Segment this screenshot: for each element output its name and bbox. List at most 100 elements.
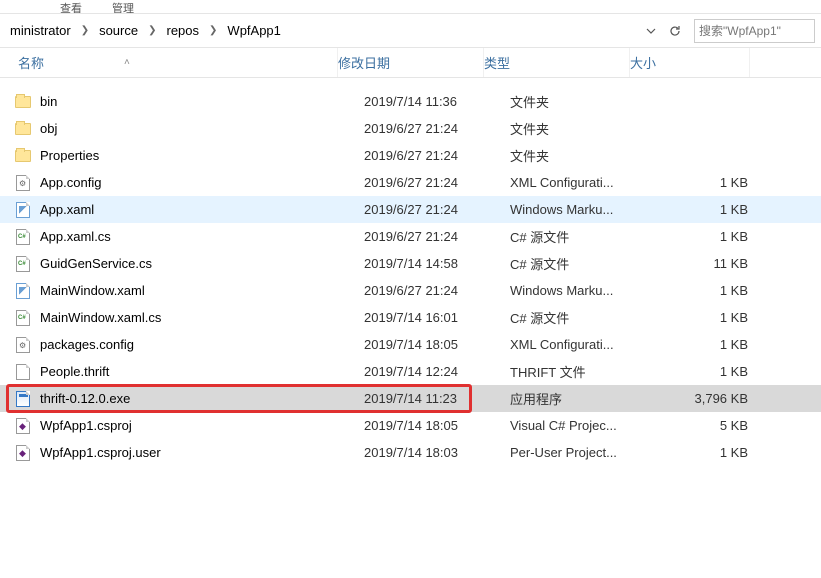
search-placeholder: 搜索"WpfApp1" [699, 22, 781, 39]
file-size: 1 KB [656, 445, 766, 460]
file-file-icon [14, 363, 32, 381]
cs-file-icon [14, 309, 32, 327]
file-type: 应用程序 [510, 389, 656, 408]
history-dropdown-button[interactable] [640, 20, 662, 42]
file-size: 1 KB [656, 337, 766, 352]
vs-file-icon [14, 444, 32, 462]
crumb-administrator[interactable]: ministrator [6, 23, 75, 38]
file-date: 2019/6/27 21:24 [364, 283, 510, 298]
nav-buttons [640, 20, 692, 42]
chevron-right-icon[interactable]: ❯ [75, 25, 95, 36]
file-size: 5 KB [656, 418, 766, 433]
file-name: WpfApp1.csproj [40, 418, 364, 433]
table-row[interactable]: WpfApp1.csproj2019/7/14 18:05Visual C# P… [0, 412, 821, 439]
folder-icon [14, 120, 32, 138]
column-headers: 名称 ˄ 修改日期 类型 大小 [0, 48, 821, 78]
file-date: 2019/6/27 21:24 [364, 148, 510, 163]
chevron-right-icon[interactable]: ❯ [203, 25, 223, 36]
file-date: 2019/7/14 11:36 [364, 94, 510, 109]
address-bar: ministrator ❯ source ❯ repos ❯ WpfApp1 搜… [0, 14, 821, 48]
folder-icon [14, 93, 32, 111]
file-list[interactable]: bin2019/7/14 11:36文件夹obj2019/6/27 21:24文… [0, 78, 821, 466]
table-row[interactable]: App.config2019/6/27 21:24XML Configurati… [0, 169, 821, 196]
file-date: 2019/6/27 21:24 [364, 229, 510, 244]
config-file-icon [14, 174, 32, 192]
search-input[interactable]: 搜索"WpfApp1" [694, 19, 815, 43]
file-date: 2019/6/27 21:24 [364, 202, 510, 217]
crumb-wpfapp1[interactable]: WpfApp1 [223, 23, 284, 38]
folder-icon [14, 147, 32, 165]
config-file-icon [14, 336, 32, 354]
breadcrumb[interactable]: ministrator ❯ source ❯ repos ❯ WpfApp1 [0, 23, 640, 38]
table-row[interactable]: packages.config2019/7/14 18:05XML Config… [0, 331, 821, 358]
file-size: 1 KB [656, 175, 766, 190]
crumb-source[interactable]: source [95, 23, 142, 38]
sort-indicator-icon: ˄ [124, 57, 130, 68]
header-size[interactable]: 大小 [630, 48, 750, 77]
xaml-file-icon [14, 282, 32, 300]
cs-file-icon [14, 228, 32, 246]
file-size: 1 KB [656, 310, 766, 325]
cs-file-icon [14, 255, 32, 273]
file-name: App.config [40, 175, 364, 190]
file-date: 2019/7/14 16:01 [364, 310, 510, 325]
file-size: 1 KB [656, 283, 766, 298]
table-row[interactable]: obj2019/6/27 21:24文件夹 [0, 115, 821, 142]
file-date: 2019/6/27 21:24 [364, 175, 510, 190]
file-size: 1 KB [656, 202, 766, 217]
crumb-repos[interactable]: repos [163, 23, 204, 38]
file-name: MainWindow.xaml [40, 283, 364, 298]
header-type[interactable]: 类型 [484, 48, 630, 77]
table-row[interactable]: People.thrift2019/7/14 12:24THRIFT 文件1 K… [0, 358, 821, 385]
file-type: Per-User Project... [510, 445, 656, 460]
table-row[interactable]: GuidGenService.cs2019/7/14 14:58C# 源文件11… [0, 250, 821, 277]
file-size: 1 KB [656, 229, 766, 244]
file-type: Visual C# Projec... [510, 418, 656, 433]
file-date: 2019/7/14 18:05 [364, 418, 510, 433]
file-type: THRIFT 文件 [510, 362, 656, 381]
file-name: WpfApp1.csproj.user [40, 445, 364, 460]
file-name: App.xaml [40, 202, 364, 217]
file-size: 11 KB [656, 256, 766, 271]
table-row[interactable]: App.xaml.cs2019/6/27 21:24C# 源文件1 KB [0, 223, 821, 250]
file-type: 文件夹 [510, 92, 656, 111]
file-name: thrift-0.12.0.exe [40, 391, 364, 406]
file-type: C# 源文件 [510, 227, 656, 246]
file-date: 2019/6/27 21:24 [364, 121, 510, 136]
top-strip: 查看 管理 [0, 0, 821, 14]
file-date: 2019/7/14 18:05 [364, 337, 510, 352]
file-name: MainWindow.xaml.cs [40, 310, 364, 325]
top-item[interactable]: 查看 [60, 0, 82, 14]
chevron-right-icon[interactable]: ❯ [142, 25, 162, 36]
table-row[interactable]: WpfApp1.csproj.user2019/7/14 18:03Per-Us… [0, 439, 821, 466]
file-type: Windows Marku... [510, 283, 656, 298]
exe-file-icon [14, 390, 32, 408]
header-name[interactable]: 名称 ˄ [0, 48, 338, 77]
header-type-label: 类型 [484, 53, 510, 72]
header-name-label: 名称 [18, 53, 44, 72]
table-row[interactable]: thrift-0.12.0.exe2019/7/14 11:23应用程序3,79… [0, 385, 821, 412]
xaml-file-icon [14, 201, 32, 219]
file-type: 文件夹 [510, 119, 656, 138]
header-size-label: 大小 [630, 53, 656, 72]
refresh-button[interactable] [664, 20, 686, 42]
file-size: 1 KB [656, 364, 766, 379]
file-name: People.thrift [40, 364, 364, 379]
file-name: Properties [40, 148, 364, 163]
table-row[interactable]: Properties2019/6/27 21:24文件夹 [0, 142, 821, 169]
table-row[interactable]: MainWindow.xaml2019/6/27 21:24Windows Ma… [0, 277, 821, 304]
file-date: 2019/7/14 14:58 [364, 256, 510, 271]
file-name: packages.config [40, 337, 364, 352]
file-list-area: bin2019/7/14 11:36文件夹obj2019/6/27 21:24文… [0, 78, 821, 466]
file-name: GuidGenService.cs [40, 256, 364, 271]
table-row[interactable]: App.xaml2019/6/27 21:24Windows Marku...1… [0, 196, 821, 223]
file-type: XML Configurati... [510, 175, 656, 190]
table-row[interactable]: MainWindow.xaml.cs2019/7/14 16:01C# 源文件1… [0, 304, 821, 331]
header-date[interactable]: 修改日期 [338, 48, 484, 77]
file-name: App.xaml.cs [40, 229, 364, 244]
file-date: 2019/7/14 11:23 [364, 391, 510, 406]
file-type: 文件夹 [510, 146, 656, 165]
table-row[interactable]: bin2019/7/14 11:36文件夹 [0, 88, 821, 115]
file-type: C# 源文件 [510, 308, 656, 327]
top-item[interactable]: 管理 [112, 0, 134, 14]
